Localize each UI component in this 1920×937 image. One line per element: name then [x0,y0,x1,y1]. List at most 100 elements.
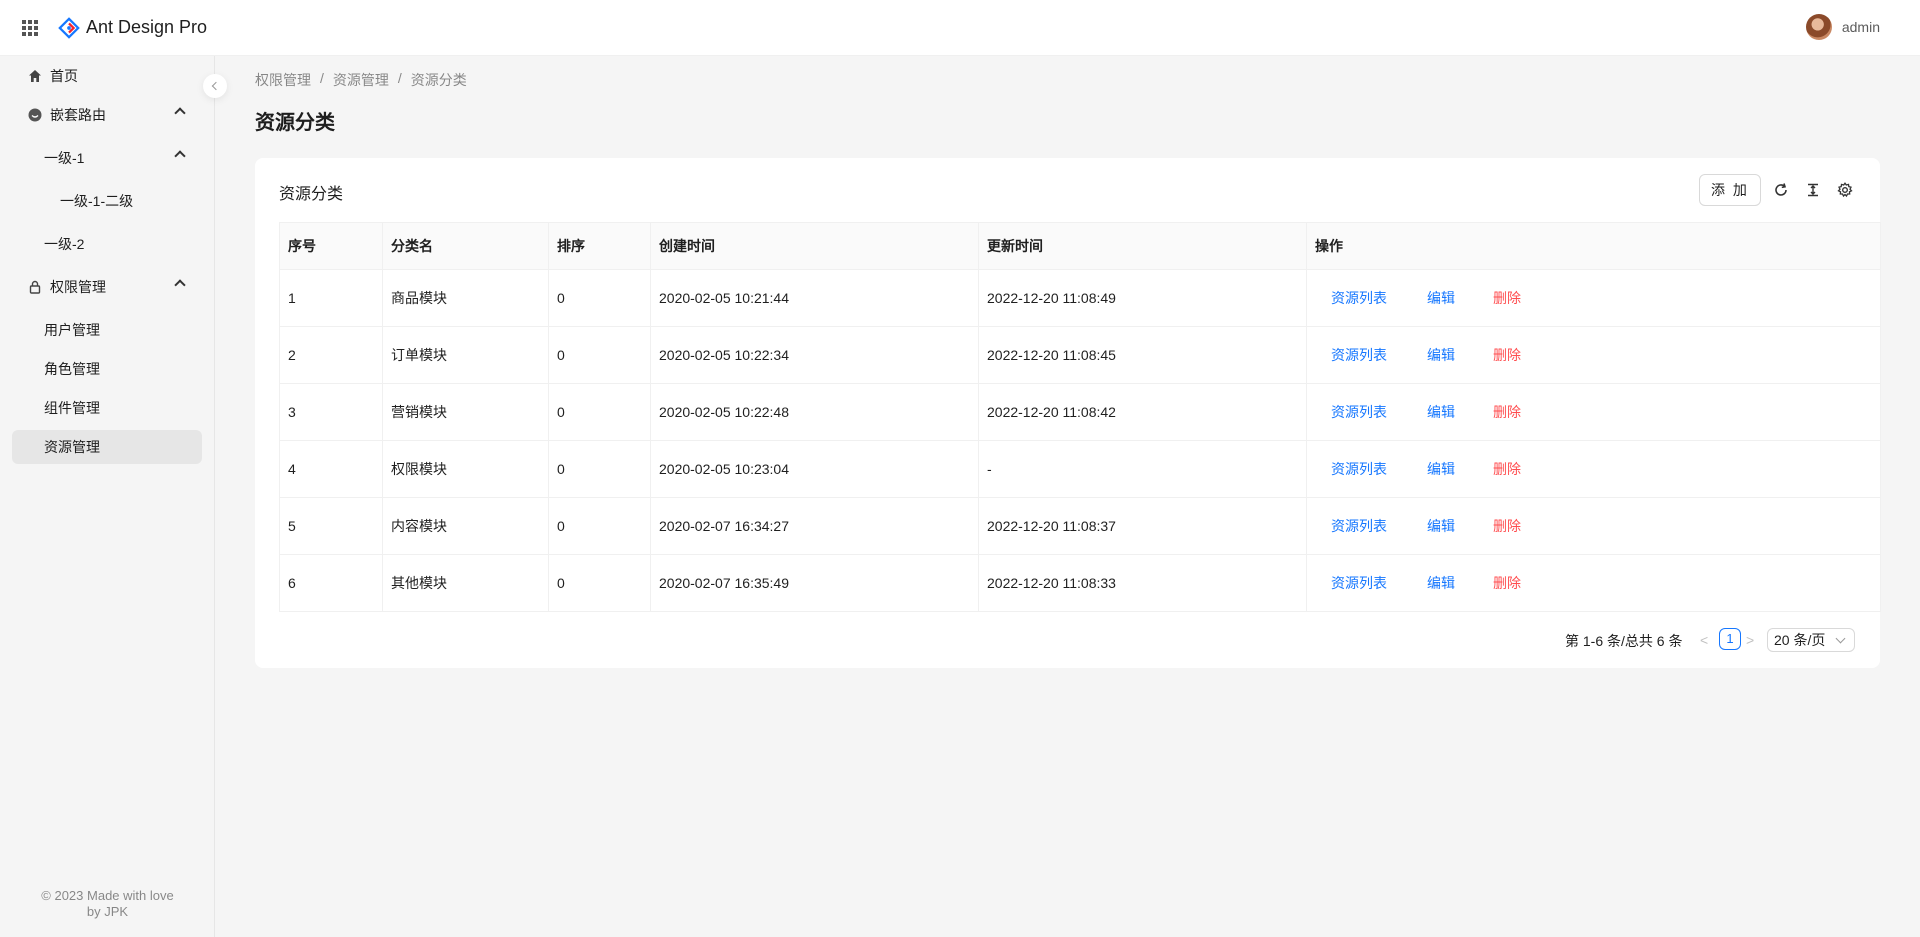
resource-list-link[interactable]: 资源列表 [1331,518,1387,534]
chevron-up-icon [174,150,186,162]
cell-sort: 0 [548,497,651,555]
cell-id: 6 [279,554,383,612]
cell-created: 2020-02-05 10:21:44 [650,269,979,327]
cell-updated: 2022-12-20 11:08:49 [978,269,1307,327]
breadcrumb: 权限管理 / 资源管理 / 资源分类 [255,70,467,90]
sidebar-item-nested-route[interactable]: 嵌套路由 [12,98,202,132]
sidebar-item-label: 权限管理 [50,279,106,295]
sidebar-collapse-button[interactable] [203,74,227,98]
cell-created: 2020-02-07 16:35:49 [650,554,979,612]
cell-sort: 0 [548,383,651,441]
table-row: 6 其他模块 0 2020-02-07 16:35:49 2022-12-20 … [279,554,1881,612]
cell-id: 4 [279,440,383,498]
cell-sort: 0 [548,269,651,327]
resource-list-link[interactable]: 资源列表 [1331,461,1387,477]
cell-created: 2020-02-07 16:34:27 [650,497,979,555]
footer-line-1: © 2023 Made with love [41,888,174,903]
edit-link[interactable]: 编辑 [1427,347,1455,363]
sidebar-item-label: 一级-1-二级 [60,193,134,209]
edit-link[interactable]: 编辑 [1427,461,1455,477]
lock-icon [28,280,42,294]
page-title: 资源分类 [255,112,335,134]
column-height-icon[interactable] [1805,182,1821,198]
cell-sort: 0 [548,554,651,612]
sidebar-item-label: 一级-2 [44,236,85,252]
sidebar-item-level-2[interactable]: 一级-2 [12,227,202,261]
cell-name: 订单模块 [382,326,549,384]
resource-list-link[interactable]: 资源列表 [1331,347,1387,363]
setting-icon[interactable] [1837,182,1853,198]
cell-updated: 2022-12-20 11:08:45 [978,326,1307,384]
sidebar-item-components[interactable]: 组件管理 [12,391,202,425]
sidebar-item-resources[interactable]: 资源管理 [12,430,202,464]
sidebar-item-level-1-2[interactable]: 一级-1-二级 [12,184,202,218]
apps-grid-icon[interactable] [22,19,38,36]
resource-list-link[interactable]: 资源列表 [1331,575,1387,591]
table-card: 资源分类 添 加 序号 分类名 排序 创建时间 更新时间 操作 1 商品模块 0… [255,158,1881,668]
sidebar-footer: © 2023 Made with love by JPK [0,888,215,920]
breadcrumb-item[interactable]: 资源管理 [333,70,389,90]
delete-link[interactable]: 删除 [1493,347,1521,363]
home-icon [28,69,42,83]
table-row: 5 内容模块 0 2020-02-07 16:34:27 2022-12-20 … [279,497,1881,555]
pagination: 第 1-6 条/总共 6 条 < 1 > 20 条/页 [255,628,1880,652]
sidebar-item-level-1[interactable]: 一级-1 [12,141,202,175]
resource-list-link[interactable]: 资源列表 [1331,404,1387,420]
table-row: 3 营销模块 0 2020-02-05 10:22:48 2022-12-20 … [279,383,1881,441]
chevron-up-icon [174,107,186,119]
cell-updated: 2022-12-20 11:08:42 [978,383,1307,441]
cell-name: 其他模块 [382,554,549,612]
footer-line-2: by JPK [86,904,129,919]
sidebar-item-permission[interactable]: 权限管理 [12,270,202,304]
cell-created: 2020-02-05 10:22:34 [650,326,979,384]
sidebar-item-label: 资源管理 [44,439,100,455]
table-row: 1 商品模块 0 2020-02-05 10:21:44 2022-12-20 … [279,269,1881,327]
cell-id: 5 [279,497,383,555]
ant-design-logo-icon [58,16,80,39]
table-row: 2 订单模块 0 2020-02-05 10:22:34 2022-12-20 … [279,326,1881,384]
pagination-page-1[interactable]: 1 [1719,628,1741,650]
cell-actions: 资源列表 编辑 删除 [1306,383,1881,441]
resource-list-link[interactable]: 资源列表 [1331,290,1387,306]
sidebar-item-users[interactable]: 用户管理 [12,313,202,347]
sidebar-item-home[interactable]: 首页 [12,59,202,93]
logo[interactable]: Ant Design Pro [58,16,208,39]
add-button[interactable]: 添 加 [1699,174,1761,206]
column-header: 操作 [1306,222,1881,270]
cell-name: 权限模块 [382,440,549,498]
top-header: Ant Design Pro admin [0,0,1920,56]
cell-actions: 资源列表 编辑 删除 [1306,269,1881,327]
edit-link[interactable]: 编辑 [1427,290,1455,306]
card-title: 资源分类 [279,186,344,203]
page-size-value: 20 条/页 [1774,632,1826,648]
delete-link[interactable]: 删除 [1493,404,1521,420]
reload-icon[interactable] [1773,182,1789,198]
delete-link[interactable]: 删除 [1493,518,1521,534]
cell-actions: 资源列表 编辑 删除 [1306,554,1881,612]
delete-link[interactable]: 删除 [1493,290,1521,306]
cell-updated: - [978,440,1307,498]
edit-link[interactable]: 编辑 [1427,404,1455,420]
pagination-total: 第 1-6 条/总共 6 条 [1565,633,1683,649]
page-size-select[interactable]: 20 条/页 [1767,628,1855,652]
cell-id: 1 [279,269,383,327]
sidebar: 首页 嵌套路由 一级-1 一级-1-二级 一级-2 权限管理 用户管理 角色管理… [0,56,215,937]
sidebar-item-label: 一级-1 [44,150,85,166]
chevron-left-icon [211,81,221,91]
cell-name: 营销模块 [382,383,549,441]
edit-link[interactable]: 编辑 [1427,518,1455,534]
cell-actions: 资源列表 编辑 删除 [1306,326,1881,384]
edit-link[interactable]: 编辑 [1427,575,1455,591]
column-header: 分类名 [382,222,549,270]
cell-updated: 2022-12-20 11:08:33 [978,554,1307,612]
delete-link[interactable]: 删除 [1493,461,1521,477]
app-title: Ant Design Pro [86,17,208,37]
user-menu[interactable]: admin [1805,14,1880,40]
delete-link[interactable]: 删除 [1493,575,1521,591]
pagination-prev-button[interactable]: < [1700,632,1714,648]
column-header: 更新时间 [978,222,1307,270]
avatar[interactable] [1805,14,1832,40]
pagination-next-button[interactable]: > [1746,632,1760,648]
sidebar-item-roles[interactable]: 角色管理 [12,352,202,386]
breadcrumb-item[interactable]: 权限管理 [255,70,311,90]
